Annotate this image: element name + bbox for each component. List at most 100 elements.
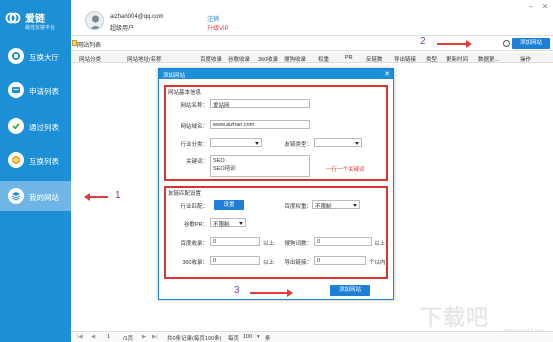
col-updated[interactable]: 更新时间 [446,55,468,63]
next-page-button[interactable]: ▶ [142,334,146,340]
sidebar-item-approved-list[interactable]: 通过列表 [0,111,71,141]
sidebar-item-my-sites[interactable]: 我的网站 [0,181,71,211]
above-unit: 以上 [374,241,386,247]
link-type-select[interactable] [314,138,362,147]
toolbar-title: 网站列表 [77,43,102,49]
baidu-weight-label: 百度权重： [284,204,312,210]
dialog-add-site-button[interactable]: 添加网站 [330,285,370,296]
user-email: aizhan004@qq.com [110,14,164,20]
col-export-links[interactable]: 导出链接 [394,55,416,63]
logo-icon [5,12,21,24]
annotation-arrowhead-2 [466,40,472,48]
check-icon [8,118,24,134]
annotation-arrowhead-1 [84,193,90,201]
col-actions: 操作 [520,57,532,63]
col-google-index[interactable]: 谷歌收录 [228,55,250,63]
col-sogou-index[interactable]: 搜狗收录 [284,55,306,63]
col-category[interactable]: 网站分类 [79,55,101,63]
last-page-button[interactable]: ▶| [152,334,158,340]
industry-match-set-button[interactable]: 设置 [214,200,244,210]
chevron-down-icon [355,142,359,145]
dialog-title: 添加网站 [163,73,186,79]
header: aizhan004@qq.com 超级用户 注销 升级VIP – ✕ [71,0,553,36]
logo-subtitle: 最佳友链平台 [25,25,56,31]
index-360-label: 360收录： [182,260,208,266]
export-links-input[interactable]: 0 [314,256,366,265]
col-site[interactable]: 网站地址/名称 [127,55,162,63]
sidebar-item-apply-list[interactable]: 申请列表 [0,75,71,105]
sidebar-item-label: 互换大厅 [29,53,59,62]
annotation-arrow-2 [437,43,467,45]
baidu-index-label: 百度收录： [180,241,208,247]
sidebar-item-label: 互换列表 [29,157,59,166]
sidebar-item-hall[interactable]: 互换大厅 [0,41,71,71]
annotation-number-3: 3 [234,285,240,296]
col-baidu-index[interactable]: 百度收录 [200,55,222,63]
per-page-select[interactable]: 100 [243,334,252,340]
watermark: 下载吧 [420,305,490,330]
keywords-label: 关键词： [185,159,208,165]
upgrade-vip-link[interactable]: 升级VIP [207,23,229,32]
google-pr-select[interactable]: 不限制 [210,218,246,228]
sogou-words-label: 搜狗词数： [284,241,312,247]
page-number[interactable]: 1 [107,334,110,340]
baidu-index-input[interactable]: 0 [210,237,260,246]
site-name-input[interactable]: 爱站网 [210,99,310,109]
total-pages: /1页 [123,336,134,342]
keyword-line: SEO培训 [213,166,236,172]
sogou-words-input[interactable]: 0 [314,237,372,246]
record-count: 共0条记录(每页100条) [167,336,222,342]
chevron-down-icon [255,142,259,145]
export-links-label: 导出链接： [284,260,312,266]
col-360-index[interactable]: 360收录 [258,55,278,63]
logout-link[interactable]: 注销 [207,14,219,23]
select-value: 不限制 [213,222,230,228]
app-logo: 爱链 最佳友链平台 [5,8,67,34]
keywords-hint: 一行一个关键词 [326,167,365,173]
add-site-button[interactable]: 添加网站 [512,38,550,49]
sidebar: 爱链 最佳友链平台 互换大厅 申请列表 通过列表 互换列表 我的网站 [0,0,71,342]
chevron-down-icon [239,222,243,225]
pagination: |◀ ◀ 1 /1页 ▶ ▶| 共0条记录(每页100条) 每页 100 ▾ 条 [71,331,553,342]
site-domain-input[interactable]: www.aizhan.com [210,120,310,129]
basic-info-section: 网站基本信息 网站名称： 爱站网 网站域名： www.aizhan.com 行业… [164,85,388,181]
industry-match-label: 行业匹配： [180,204,208,210]
refresh-icon[interactable] [503,40,510,47]
chevron-down-icon [353,204,357,207]
hall-icon [8,48,24,64]
link-match-section: 友链匹配设置 行业匹配： 设置 百度权重： 不限制 谷歌PR： 不限制 百度收录… [164,186,388,279]
within-unit: 个以内 [369,260,386,266]
col-backlinks[interactable]: 反链数 [366,55,383,63]
per-page-unit: 条 [265,336,271,342]
site-domain-label: 网站域名： [180,124,208,130]
minimize-button[interactable]: – [525,2,537,12]
annotation-number-1: 1 [115,190,121,201]
sidebar-item-label: 申请列表 [29,87,59,96]
dialog-titlebar: 添加网站 ✕ [159,69,393,79]
watermark-url: www.xiazaiba.com [503,328,545,334]
my-site-icon [8,188,24,204]
prev-page-button[interactable]: ◀ [91,334,95,340]
per-page-dropdown-icon[interactable]: ▾ [257,334,260,340]
avatar[interactable] [85,11,104,30]
industry-label: 行业分类： [180,142,208,148]
index-360-input[interactable]: 0 [210,256,260,265]
keywords-textarea[interactable]: SEO SEO培训 [210,155,310,177]
sidebar-item-label: 我的网站 [29,193,59,202]
dialog-close-icon[interactable]: ✕ [384,70,390,78]
col-pr[interactable]: PR [345,55,353,61]
col-type[interactable]: 类型 [426,55,437,63]
industry-select[interactable] [210,138,262,147]
col-weight[interactable]: 权重 [318,55,329,63]
per-page-label: 每页 [228,336,240,342]
add-site-dialog: 添加网站 ✕ 网站基本信息 网站名称： 爱站网 网站域名： www.aizhan… [158,68,394,300]
sidebar-item-exchange-list[interactable]: 互换列表 [0,145,71,175]
select-value: 不限制 [315,204,332,210]
site-name-label: 网站名称： [180,103,208,109]
sidebar-item-label: 通过列表 [29,123,59,132]
close-button[interactable]: ✕ [539,2,551,12]
col-data-update[interactable]: 数据更... [478,55,499,63]
baidu-weight-select[interactable]: 不限制 [312,200,360,210]
annotation-arrow-3 [250,292,288,294]
first-page-button[interactable]: |◀ [77,334,83,340]
